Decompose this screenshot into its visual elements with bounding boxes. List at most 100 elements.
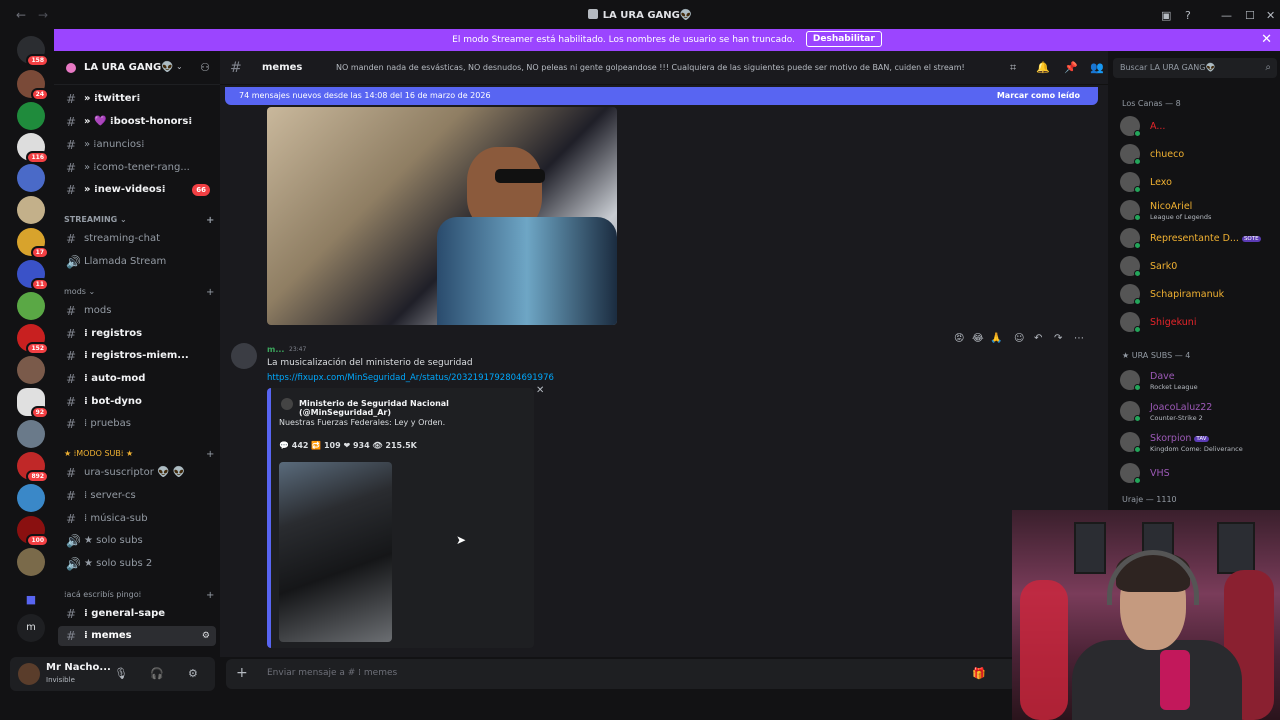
reaction-icon[interactable]: 🙏 bbox=[990, 333, 1002, 344]
reaction-icon[interactable]: 😡 bbox=[954, 333, 964, 344]
category-modo-sub[interactable]: ★ ⁞MODO SUB⁞ ★ + bbox=[64, 449, 214, 460]
channel-twitter[interactable]: # » ⁞twitter⁞ bbox=[54, 89, 220, 109]
folder-icon[interactable]: ■ bbox=[17, 586, 45, 614]
server-icon[interactable]: m bbox=[17, 614, 45, 642]
threads-icon[interactable]: ⌗ bbox=[1010, 61, 1016, 75]
message-author[interactable]: m... bbox=[267, 345, 284, 354]
member-item[interactable]: Skorpion TAV Kingdom Come: Deliverance bbox=[1120, 429, 1278, 455]
headphones-icon[interactable]: 🎧 bbox=[150, 667, 164, 680]
microphone-icon[interactable]: 🎙 bbox=[114, 667, 128, 680]
category-mods[interactable]: mods ⌄ + bbox=[64, 287, 214, 298]
server-icon[interactable] bbox=[17, 356, 45, 384]
category-aca-escribis[interactable]: ⁞acá escribís pingo⁞ + bbox=[64, 590, 214, 601]
add-reaction-icon[interactable]: ☺ bbox=[1014, 333, 1024, 344]
channel-ura-suscriptor[interactable]: # ura-suscriptor 👽 👽 bbox=[54, 463, 220, 483]
channel-anuncios[interactable]: # » ⁞anuncios⁞ bbox=[54, 135, 220, 155]
server-icon[interactable]: 152 bbox=[17, 324, 49, 355]
member-item[interactable]: JoacoLaluz22 Counter-Strike 2 bbox=[1120, 398, 1278, 424]
channel-pruebas[interactable]: # ⁞ pruebas bbox=[54, 414, 220, 434]
message-composer[interactable]: + Enviar mensaje a # ⁞ memes 🎁 bbox=[226, 659, 1016, 689]
avatar[interactable] bbox=[231, 343, 257, 369]
server-icon[interactable] bbox=[17, 102, 45, 130]
pin-icon[interactable]: 📌 bbox=[1064, 61, 1078, 74]
gift-icon[interactable]: 🎁 bbox=[972, 667, 986, 680]
channel-memes[interactable]: # ⁞ memes ⚙ bbox=[58, 626, 216, 646]
server-icon[interactable] bbox=[17, 164, 45, 192]
channel-solo-subs-2[interactable]: 🔊 ★ solo subs 2 bbox=[54, 554, 220, 574]
maximize-icon[interactable]: ☐ bbox=[1245, 9, 1255, 22]
mark-as-read-button[interactable]: Marcar como leído bbox=[997, 87, 1080, 105]
member-item[interactable]: Lexo bbox=[1120, 169, 1278, 195]
server-icon[interactable]: 892 bbox=[17, 452, 49, 483]
server-icon[interactable] bbox=[17, 292, 45, 320]
settings-icon[interactable]: ⚙ bbox=[202, 626, 210, 646]
channel-musica-sub[interactable]: # ⁞ música-sub bbox=[54, 509, 220, 529]
server-icon[interactable] bbox=[17, 196, 45, 224]
member-item[interactable]: chueco bbox=[1120, 141, 1278, 167]
reaction-icon[interactable]: 😂 bbox=[972, 333, 984, 344]
channel-registros[interactable]: # ⁞ registros bbox=[54, 324, 220, 344]
embed-video-thumbnail[interactable] bbox=[279, 462, 392, 642]
server-icon[interactable]: 116 bbox=[17, 133, 49, 164]
direct-messages-button[interactable]: 158 bbox=[17, 36, 49, 67]
new-messages-bar[interactable]: 74 mensajes nuevos desde las 14:08 del 1… bbox=[225, 87, 1098, 105]
hash-icon: # bbox=[230, 60, 242, 76]
member-item[interactable]: Representante D... SOTE bbox=[1120, 225, 1278, 251]
add-channel-icon[interactable]: + bbox=[206, 590, 214, 601]
bell-icon[interactable]: 🔔 bbox=[1036, 61, 1050, 74]
close-window-icon[interactable]: ✕ bbox=[1266, 9, 1275, 22]
channel-streaming-chat[interactable]: # streaming-chat bbox=[54, 229, 220, 249]
add-channel-icon[interactable]: + bbox=[206, 449, 214, 460]
server-icon[interactable]: 24 bbox=[17, 70, 49, 101]
help-icon[interactable]: ? bbox=[1185, 9, 1191, 22]
channel-como-tener-rang[interactable]: # » ⁞como-tener-rang... bbox=[54, 158, 220, 178]
search-input[interactable]: Buscar LA URA GANG👽 ⌕ bbox=[1113, 58, 1277, 78]
channel-llamada-stream[interactable]: 🔊 Llamada Stream bbox=[54, 252, 220, 272]
embed-author[interactable]: Ministerio de Seguridad Nacional (@MinSe… bbox=[299, 399, 534, 417]
member-item[interactable]: Sark0 bbox=[1120, 253, 1278, 279]
member-item[interactable]: Shigekuni bbox=[1120, 309, 1278, 335]
close-embed-icon[interactable]: ✕ bbox=[536, 385, 544, 396]
server-icon[interactable]: 11 bbox=[17, 260, 49, 291]
reply-icon[interactable]: ↶ bbox=[1034, 333, 1042, 344]
forward-icon[interactable]: ↷ bbox=[1054, 333, 1062, 344]
close-banner-icon[interactable]: ✕ bbox=[1261, 29, 1272, 51]
channel-bot-dyno[interactable]: # ⁞ bot-dyno bbox=[54, 392, 220, 412]
meme-image[interactable] bbox=[267, 107, 617, 325]
channel-topic[interactable]: NO manden nada de esvásticas, NO desnudo… bbox=[336, 63, 996, 72]
server-icon[interactable] bbox=[17, 548, 45, 576]
gear-icon[interactable]: ⚙ bbox=[188, 667, 198, 680]
server-icon[interactable]: 100 bbox=[17, 516, 49, 547]
channel-registros-miem[interactable]: # ⁞ registros-miem... bbox=[54, 346, 220, 366]
channel-solo-subs[interactable]: 🔊 ★ solo subs bbox=[54, 531, 220, 551]
invite-icon[interactable]: ⚇ bbox=[200, 61, 210, 74]
message-link[interactable]: https://fixupx.com/MinSeguridad_Ar/statu… bbox=[267, 373, 554, 383]
server-icon[interactable]: 17 bbox=[17, 228, 49, 259]
member-item[interactable]: NicoAriel League of Legends bbox=[1120, 197, 1278, 223]
member-item[interactable]: A... bbox=[1120, 113, 1278, 139]
avatar[interactable] bbox=[18, 663, 40, 685]
category-streaming[interactable]: STREAMING ⌄ + bbox=[64, 215, 214, 226]
channel-auto-mod[interactable]: # ⁞ auto-mod bbox=[54, 369, 220, 389]
member-item[interactable]: Dave Rocket League bbox=[1120, 367, 1278, 393]
channel-boost-honors[interactable]: # » 💜 ⁞boost-honors⁞ bbox=[54, 112, 220, 132]
channel-new-videos[interactable]: # » ⁞new-videos⁞ 66 bbox=[54, 180, 220, 200]
add-channel-icon[interactable]: + bbox=[206, 287, 214, 298]
member-item[interactable]: VHS bbox=[1120, 460, 1278, 486]
guild-header[interactable]: LA URA GANG👽 ⌄ ⚇ bbox=[54, 51, 220, 85]
more-icon[interactable]: ⋯ bbox=[1074, 333, 1084, 344]
add-attachment-icon[interactable]: + bbox=[236, 665, 248, 681]
inbox-icon[interactable]: ▣ bbox=[1161, 9, 1171, 22]
add-channel-icon[interactable]: + bbox=[206, 215, 214, 226]
server-icon[interactable] bbox=[17, 420, 45, 448]
server-icon-active[interactable]: 92 bbox=[17, 388, 49, 419]
channel-server-cs[interactable]: # ⁞ server-cs bbox=[54, 486, 220, 506]
members-icon[interactable]: 👥 bbox=[1090, 61, 1104, 74]
channel-general-sape[interactable]: # ⁞ general-sape bbox=[54, 604, 220, 624]
disable-streamer-button[interactable]: Deshabilitar bbox=[805, 31, 882, 47]
channel-mods[interactable]: # mods bbox=[54, 301, 220, 321]
member-item[interactable]: Schapiramanuk bbox=[1120, 281, 1278, 307]
server-icon[interactable] bbox=[17, 484, 45, 512]
title-bar: ← → LA URA GANG👽 ▣ ? — ☐ ✕ bbox=[0, 0, 1280, 30]
minimize-icon[interactable]: — bbox=[1221, 9, 1232, 22]
